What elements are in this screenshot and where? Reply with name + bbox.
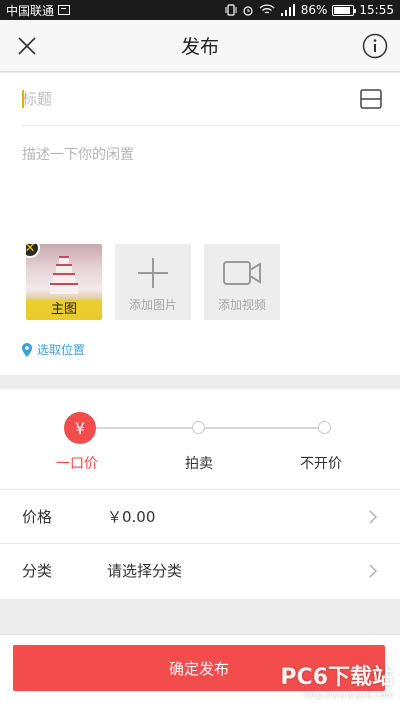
price-card: ¥ 一口价 拍卖 不开价 价格 ￥0.00 分类 请选择分类 — [0, 389, 400, 599]
footer-bar: 确定发布 PC6下载站 http://www.pc6.com — [0, 634, 400, 703]
video-camera-icon — [223, 261, 261, 285]
vibrate-icon — [225, 4, 237, 16]
price-mode-slider[interactable]: ¥ 一口价 拍卖 不开价 — [0, 389, 400, 487]
description-input[interactable] — [22, 144, 378, 234]
wifi-icon — [259, 4, 275, 14]
clock: 15:55 — [359, 3, 394, 17]
info-icon[interactable] — [362, 33, 388, 59]
watermark-brand: PC6下载站 — [280, 665, 394, 690]
watermark-url: http://www.pc6.com — [303, 691, 394, 701]
title-input[interactable] — [22, 90, 322, 108]
status-bar: 中国联通 86% 15:55 — [0, 0, 400, 20]
add-image-label: 添加图片 — [128, 298, 177, 312]
add-image-button[interactable]: 添加图片 — [115, 244, 191, 320]
plus-icon — [138, 258, 168, 288]
nav-bar: 发布 — [0, 20, 400, 72]
price-mode-auction[interactable]: 拍卖 — [185, 453, 213, 473]
cake-photo — [48, 256, 80, 306]
price-mode-no-price-knob[interactable] — [318, 421, 331, 434]
add-video-label: 添加视频 — [217, 298, 266, 312]
carrier-label: 中国联通 — [6, 3, 55, 18]
price-mode-fixed-knob[interactable]: ¥ — [64, 412, 96, 444]
category-row[interactable]: 分类 请选择分类 — [0, 543, 400, 597]
title-row — [22, 73, 400, 126]
select-location-link[interactable]: 选取位置 — [22, 341, 85, 358]
main-image-thumbnail[interactable]: 主图 ✕ — [26, 244, 102, 320]
location-pin-icon — [22, 342, 32, 357]
page-title: 发布 — [180, 36, 219, 58]
price-value: ￥0.00 — [107, 508, 156, 526]
chevron-right-icon — [369, 510, 378, 524]
chevron-right-icon — [369, 564, 378, 578]
category-value: 请选择分类 — [107, 562, 183, 580]
text-cursor — [22, 90, 24, 108]
signal-icon — [280, 4, 295, 16]
scan-icon[interactable] — [360, 89, 382, 109]
remove-image-button[interactable]: ✕ — [26, 244, 40, 258]
add-video-button[interactable]: 添加视频 — [204, 244, 280, 320]
publish-form: 主图 ✕ 添加图片 添加视频 选取位置 — [0, 73, 400, 375]
price-mode-fixed[interactable]: 一口价 — [56, 453, 98, 473]
battery-percent: 86% — [300, 3, 328, 17]
price-mode-auction-knob[interactable] — [192, 421, 205, 434]
alarm-icon — [243, 6, 253, 16]
close-icon[interactable] — [16, 35, 38, 57]
media-list: 主图 ✕ 添加图片 添加视频 — [26, 244, 280, 320]
price-row[interactable]: 价格 ￥0.00 — [0, 489, 400, 543]
main-image-label: 主图 — [26, 300, 102, 320]
screenshot-notification-icon — [58, 5, 71, 15]
price-label: 价格 — [22, 508, 53, 526]
price-mode-no-price[interactable]: 不开价 — [300, 453, 342, 473]
category-label: 分类 — [22, 562, 53, 580]
battery-icon — [332, 4, 357, 16]
location-label: 选取位置 — [37, 343, 86, 357]
watermark: PC6下载站 http://www.pc6.com — [280, 659, 394, 701]
